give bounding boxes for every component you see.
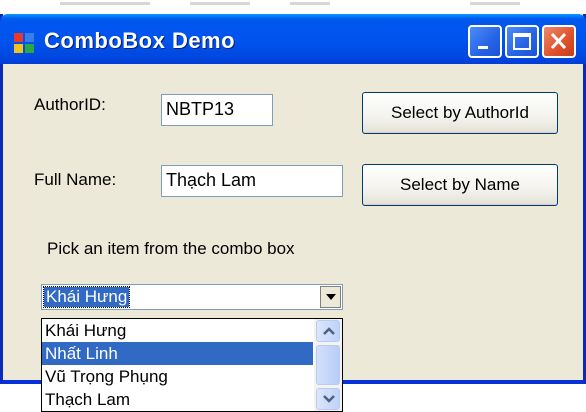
app-icon[interactable] xyxy=(14,33,34,53)
window-title: ComboBox Demo xyxy=(44,28,236,53)
combo-dropdown-button[interactable] xyxy=(320,286,341,308)
full-name-field[interactable]: Thạch Lam xyxy=(161,165,343,197)
scroll-thumb[interactable] xyxy=(316,345,340,385)
full-name-label: Full Name: xyxy=(34,170,117,189)
combo-item-1[interactable]: Khái Hưng xyxy=(42,319,313,342)
scroll-down-button[interactable] xyxy=(316,388,340,410)
combo-selected-value[interactable]: Khái Hưng xyxy=(42,286,131,308)
maximize-icon xyxy=(513,33,531,50)
dropdown-scrollbar[interactable] xyxy=(314,319,342,411)
author-combo-box[interactable]: Khái Hưng xyxy=(41,284,343,310)
title-bar[interactable]: ComboBox Demo xyxy=(0,14,586,64)
combo-dropdown-list: Khái Hưng Nhất Linh Vũ Trọng Phụng Thạch… xyxy=(41,318,343,412)
author-id-label: AuthorID: xyxy=(34,95,106,114)
close-button[interactable] xyxy=(542,25,576,58)
combo-item-2-highlighted[interactable]: Nhất Linh xyxy=(42,342,313,365)
dropdown-arrow-icon xyxy=(326,294,336,300)
scroll-up-button[interactable] xyxy=(316,320,340,342)
combo-item-3[interactable]: Vũ Trọng Phụng xyxy=(42,365,313,388)
background-strip xyxy=(0,0,586,10)
instruction-text: Pick an item from the combo box xyxy=(47,239,295,258)
scroll-up-icon xyxy=(323,327,335,335)
minimize-button[interactable] xyxy=(468,25,502,58)
minimize-icon xyxy=(478,46,488,49)
scroll-down-icon xyxy=(323,395,335,403)
author-id-field[interactable]: NBTP13 xyxy=(161,94,273,126)
maximize-button[interactable] xyxy=(505,25,539,58)
close-icon xyxy=(550,32,567,50)
select-by-name-button[interactable]: Select by Name xyxy=(362,164,558,206)
select-by-author-id-button[interactable]: Select by AuthorId xyxy=(362,92,558,134)
combo-item-4[interactable]: Thạch Lam xyxy=(42,388,313,411)
